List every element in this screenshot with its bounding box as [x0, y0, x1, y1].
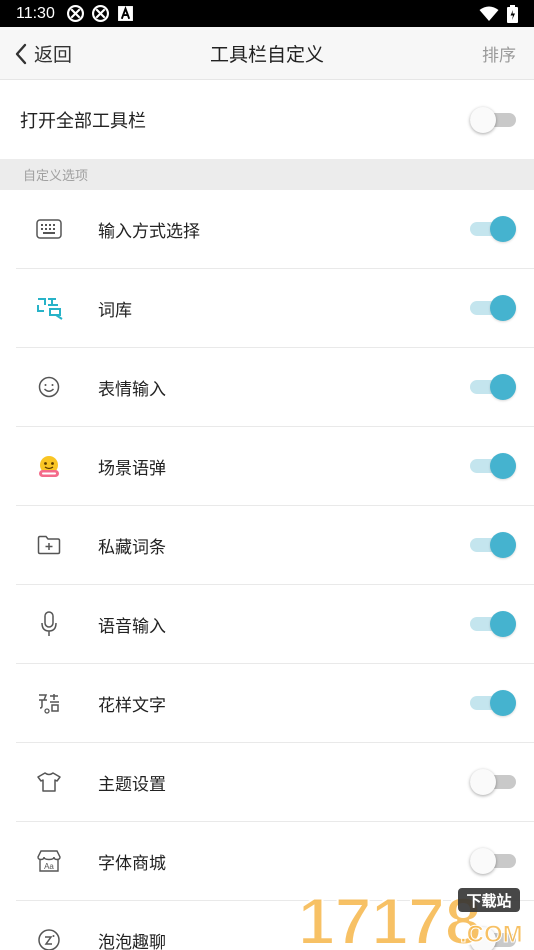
svg-text:17178: 17178: [298, 884, 482, 948]
option-toggle[interactable]: [470, 295, 516, 321]
svg-text:.COM: .COM: [460, 921, 523, 948]
option-toggle[interactable]: [470, 848, 516, 874]
svg-text:下载站: 下载站: [466, 892, 511, 910]
option-toggle[interactable]: [470, 611, 516, 637]
scene-emoji-icon: [32, 449, 66, 483]
toggle-all-row: 打开全部工具栏: [0, 80, 534, 159]
option-row-voice-input: 语音输入: [16, 585, 534, 664]
bubble-chat-icon: [32, 923, 66, 950]
folder-plus-icon: [32, 528, 66, 562]
keyboard-icon: [32, 212, 66, 246]
option-label: 输入方式选择: [98, 221, 200, 242]
section-header: 自定义选项: [0, 159, 534, 190]
option-label: 表情输入: [98, 379, 166, 400]
option-row-emoji: 表情输入: [16, 348, 534, 427]
svg-text:Aa: Aa: [44, 862, 54, 871]
option-toggle[interactable]: [470, 216, 516, 242]
toggle-all-switch[interactable]: [470, 106, 516, 133]
app-header: 返回 工具栏自定义 排序: [0, 27, 534, 80]
option-row-input-method: 输入方式选择: [16, 190, 534, 269]
wifi-icon: [479, 6, 499, 21]
status-bar: 11:30: [0, 0, 534, 27]
option-toggle[interactable]: [470, 453, 516, 479]
page-title: 工具栏自定义: [209, 43, 324, 66]
option-label: 词库: [98, 300, 132, 321]
toggle-all-label: 打开全部工具栏: [20, 110, 146, 132]
font-store-icon: Aa: [32, 844, 66, 878]
smiley-icon: [32, 370, 66, 404]
option-label: 语音输入: [98, 616, 166, 637]
option-row-lexicon: 词库: [16, 269, 534, 348]
a-notification-icon: [117, 5, 133, 21]
chevron-left-icon: [15, 43, 27, 64]
battery-icon: [507, 4, 518, 23]
site-watermark-logo: 17178 下载站 .COM: [297, 884, 523, 948]
toolbar-options-list: 输入方式选择 词库 表情输入 场景语弹 私藏词条 语音输入 花样文字 主题设置 …: [0, 190, 534, 950]
option-label: 花样文字: [98, 695, 166, 716]
fancy-text-icon: [32, 686, 66, 720]
option-row-fancy-text: 花样文字: [16, 664, 534, 743]
option-label: 泡泡趣聊: [98, 932, 166, 950]
option-row-private-words: 私藏词条: [16, 506, 534, 585]
sort-button[interactable]: 排序: [482, 27, 516, 80]
option-toggle[interactable]: [470, 374, 516, 400]
option-toggle[interactable]: [470, 532, 516, 558]
lexicon-icon: [32, 291, 66, 325]
option-row-scene-emoji: 场景语弹: [16, 427, 534, 506]
option-label: 场景语弹: [98, 458, 166, 479]
microphone-icon: [32, 607, 66, 641]
back-button[interactable]: 返回: [14, 27, 72, 80]
option-toggle[interactable]: [470, 690, 516, 716]
back-label: 返回: [34, 44, 73, 66]
option-label: 私藏词条: [98, 537, 166, 558]
tshirt-icon: [32, 765, 66, 799]
status-time: 11:30: [16, 4, 55, 22]
app-notification-icon: [91, 5, 109, 22]
app-notification-icon: [66, 5, 84, 22]
option-row-theme: 主题设置: [16, 743, 534, 822]
option-label: 主题设置: [98, 774, 166, 795]
option-label: 字体商城: [98, 853, 166, 874]
option-toggle[interactable]: [470, 769, 516, 795]
